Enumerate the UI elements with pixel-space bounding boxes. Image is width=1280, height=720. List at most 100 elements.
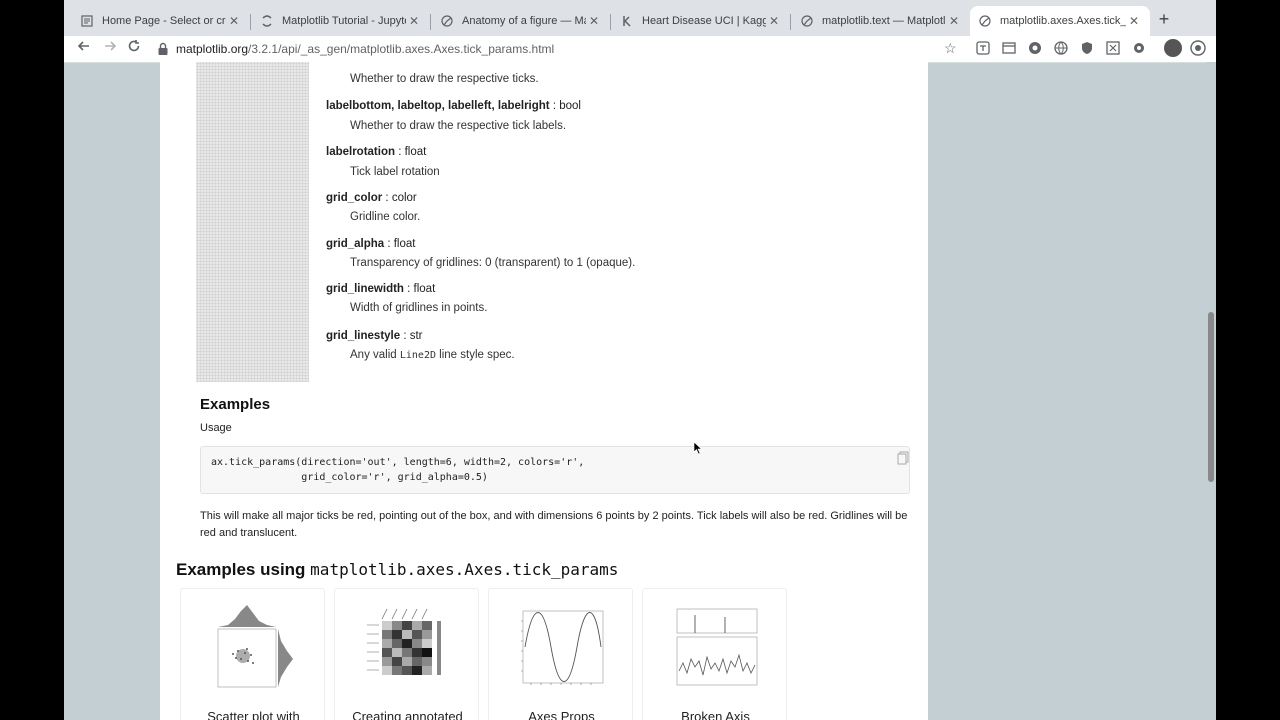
tab-title: Anatomy of a figure — Matp <box>462 15 586 27</box>
param-description: Any valid Line2D line style spec. <box>350 349 515 361</box>
matplotlib-logo-icon <box>978 14 992 28</box>
param-description: Whether to draw the respective tick labe… <box>350 120 567 132</box>
forward-button[interactable] <box>100 39 120 59</box>
line2d-link[interactable]: Line2D <box>400 350 436 361</box>
profile-avatar[interactable] <box>1164 39 1182 57</box>
desc-suffix: line style spec. <box>435 349 515 361</box>
param-name: labelbottom, labeltop, labelleft, labelr… <box>326 100 550 112</box>
gallery-card-label: Creating annotated <box>352 709 463 720</box>
gallery-card-label: Broken Axis <box>681 709 750 720</box>
gallery-card-broken-axis[interactable]: Broken Axis <box>642 588 787 720</box>
param-labelbottom: labelbottom, labeltop, labelleft, labelr… <box>326 100 581 112</box>
param-name: grid_alpha <box>326 238 385 250</box>
arrow-right-icon <box>105 41 117 51</box>
heading-code: matplotlib.axes.Axes.tick_params <box>310 560 619 579</box>
reload-button[interactable] <box>124 39 144 59</box>
usage-label: Usage <box>200 422 232 434</box>
param-grid-linestyle: grid_linestyle : str <box>326 330 423 342</box>
documentation-page: Whether to draw the respective ticks. la… <box>160 62 928 720</box>
axes-props-thumbnail <box>521 610 604 685</box>
tab-title: Home Page - Select or crea <box>102 15 226 27</box>
page-icon <box>80 14 94 28</box>
kaggle-icon <box>620 14 634 28</box>
gallery-card-scatter-hist[interactable]: Scatter plot with <box>180 588 325 720</box>
param-type: : str <box>400 330 423 342</box>
desc-prefix: Any valid <box>350 349 400 361</box>
tab-title: matplotlib.axes.Axes.tick_pa <box>1000 15 1126 27</box>
browser-window: Home Page - Select or crea ✕ Matplotlib … <box>64 0 1216 720</box>
copy-icon[interactable] <box>897 451 909 465</box>
annotated-heatmap-thumbnail <box>367 608 441 675</box>
tab-tick-params-active[interactable]: matplotlib.axes.Axes.tick_pa ✕ <box>970 6 1150 36</box>
extension-translate-icon[interactable] <box>976 41 990 55</box>
param-type: : float <box>384 238 416 250</box>
tab-kaggle[interactable]: Heart Disease UCI | Kaggle ✕ <box>612 6 790 36</box>
close-icon[interactable]: ✕ <box>406 14 422 28</box>
example-explanation: This will make all major ticks be red, p… <box>200 510 908 539</box>
matplotlib-logo-icon <box>440 14 454 28</box>
close-icon[interactable]: ✕ <box>766 14 782 28</box>
broken-axis-thumbnail <box>676 608 758 686</box>
tab-jupyter[interactable]: Matplotlib Tutorial - Jupyte ✕ <box>252 6 430 36</box>
param-type: : color <box>382 192 417 204</box>
param-grid-linewidth: grid_linewidth : float <box>326 283 435 295</box>
scrollbar-thumb[interactable] <box>1208 312 1214 482</box>
extension-shield-icon[interactable] <box>1080 41 1094 55</box>
param-type: : float <box>403 283 436 295</box>
browser-toolbar: matplotlib.org/3.2.1/api/_as_gen/matplot… <box>64 36 1216 63</box>
param-name: grid_color <box>326 192 383 204</box>
reload-icon <box>128 40 140 52</box>
new-tab-button[interactable]: + <box>1154 9 1174 30</box>
param-labelrotation: labelrotation : float <box>326 146 426 158</box>
tab-title: Matplotlib Tutorial - Jupyte <box>282 15 406 27</box>
jupyter-icon <box>260 14 274 28</box>
extension-window-icon[interactable] <box>1002 41 1016 55</box>
param-description: Transparency of gridlines: 0 (transparen… <box>350 257 636 269</box>
bookmark-star-icon[interactable]: ☆ <box>944 40 957 57</box>
param-name: grid_linestyle <box>326 330 401 342</box>
code-line: ax.tick_params(direction='out', length=6… <box>211 457 585 468</box>
url-host: matplotlib.org <box>176 42 249 56</box>
tab-matplotlib-text[interactable]: matplotlib.text — Matplotlib ✕ <box>792 6 970 36</box>
arrow-left-icon <box>77 41 89 51</box>
code-block: ax.tick_params(direction='out', length=6… <box>200 446 910 494</box>
mouse-cursor-icon <box>693 441 703 455</box>
param-description: Width of gridlines in points. <box>350 302 488 314</box>
extension-globe-icon[interactable] <box>1054 41 1068 55</box>
tab-divider <box>250 14 251 30</box>
url-path: /3.2.1/api/_as_gen/matplotlib.axes.Axes.… <box>248 42 555 56</box>
close-icon[interactable]: ✕ <box>946 14 962 28</box>
address-bar[interactable]: matplotlib.org/3.2.1/api/_as_gen/matplot… <box>176 42 554 56</box>
tab-anatomy-of-figure[interactable]: Anatomy of a figure — Matp ✕ <box>432 6 610 36</box>
tab-divider <box>430 14 431 30</box>
tab-home-page[interactable]: Home Page - Select or crea ✕ <box>72 6 250 36</box>
page-scrollbar[interactable] <box>1206 62 1216 720</box>
matplotlib-logo-icon <box>800 14 814 28</box>
extension-puzzle-icon[interactable] <box>1132 41 1146 55</box>
param-description: Gridline color. <box>350 211 421 223</box>
param-type: : float <box>395 146 427 158</box>
tab-title: matplotlib.text — Matplotlib <box>822 15 946 27</box>
extension-circle-icon[interactable] <box>1028 41 1042 55</box>
param-description: Whether to draw the respective ticks. <box>350 73 539 85</box>
tab-divider <box>790 14 791 30</box>
browser-menu-icon[interactable] <box>1190 40 1206 56</box>
close-icon[interactable]: ✕ <box>226 14 242 28</box>
gallery-card-label: Axes Props <box>528 709 595 720</box>
close-icon[interactable]: ✕ <box>1126 14 1142 28</box>
param-name: grid_linewidth <box>326 283 404 295</box>
gallery-card-axes-props[interactable]: Axes Props <box>488 588 633 720</box>
extension-box-icon[interactable] <box>1106 41 1120 55</box>
tab-strip: Home Page - Select or crea ✕ Matplotlib … <box>64 0 1216 36</box>
examples-using-heading: Examples using matplotlib.axes.Axes.tick… <box>176 560 618 580</box>
back-button[interactable] <box>74 39 94 59</box>
close-icon[interactable]: ✕ <box>586 14 602 28</box>
lock-icon[interactable] <box>157 42 169 56</box>
param-grid-alpha: grid_alpha : float <box>326 238 415 250</box>
param-grid-color: grid_color : color <box>326 192 417 204</box>
scatter-hist-thumbnail <box>217 605 293 688</box>
tab-divider <box>610 14 611 30</box>
sidebar-placeholder <box>196 62 309 382</box>
gallery-card-annotated-heatmap[interactable]: Creating annotated <box>334 588 479 720</box>
code-line: grid_color='r', grid_alpha=0.5) <box>211 472 488 483</box>
